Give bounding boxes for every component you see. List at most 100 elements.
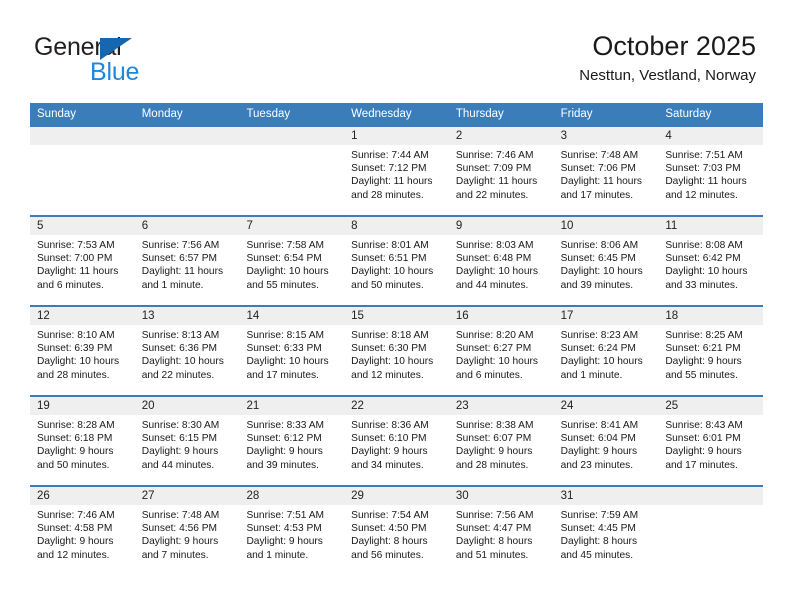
day-cell[interactable]: 28 Sunrise: 7:51 AM Sunset: 4:53 PM Dayl… — [239, 487, 345, 575]
sunrise-text: Sunrise: 8:10 AM — [37, 330, 115, 341]
sunrise-text: Sunrise: 8:15 AM — [246, 330, 325, 341]
day-cell[interactable]: 9 Sunrise: 8:03 AM Sunset: 6:48 PM Dayli… — [448, 217, 554, 305]
daylight-text-line2: and 17 minutes. — [560, 189, 634, 201]
day-cell[interactable]: 19 Sunrise: 8:28 AM Sunset: 6:18 PM Dayl… — [30, 397, 135, 485]
day-number: 31 — [553, 487, 659, 505]
day-details: Sunrise: 7:48 AM Sunset: 4:56 PM Dayligh… — [135, 505, 240, 562]
daylight-text-line2: and 1 minute. — [141, 279, 204, 291]
day-number — [239, 127, 345, 145]
daylight-text-line2: and 6 minutes. — [37, 279, 104, 291]
sunrise-text: Sunrise: 8:18 AM — [351, 330, 429, 341]
day-cell[interactable]: 6 Sunrise: 7:56 AM Sunset: 6:57 PM Dayli… — [134, 217, 240, 305]
day-details: Sunrise: 8:03 AM Sunset: 6:48 PM Dayligh… — [449, 235, 554, 292]
day-cell[interactable]: 13 Sunrise: 8:13 AM Sunset: 6:36 PM Dayl… — [134, 307, 240, 395]
sunrise-text: Sunrise: 8:28 AM — [37, 420, 115, 431]
day-cell[interactable]: 10 Sunrise: 8:06 AM Sunset: 6:45 PM Dayl… — [553, 217, 659, 305]
sunset-text: Sunset: 7:00 PM — [37, 253, 113, 265]
daylight-text-line2: and 50 minutes. — [37, 459, 110, 471]
day-cell[interactable]: 7 Sunrise: 7:58 AM Sunset: 6:54 PM Dayli… — [239, 217, 345, 305]
daylight-text-line1: Daylight: 10 hours — [455, 266, 538, 278]
daylight-text-line1: Daylight: 10 hours — [351, 266, 434, 278]
week-row: 1 Sunrise: 7:44 AM Sunset: 7:12 PM Dayli… — [30, 125, 764, 215]
sunrise-text: Sunrise: 7:46 AM — [37, 510, 115, 521]
day-details — [30, 145, 135, 149]
day-cell[interactable]: 26 Sunrise: 7:46 AM Sunset: 4:58 PM Dayl… — [30, 487, 135, 575]
sunrise-text: Sunrise: 7:48 AM — [560, 150, 639, 161]
day-details: Sunrise: 8:33 AM Sunset: 6:12 PM Dayligh… — [239, 415, 344, 472]
daylight-text-line1: Daylight: 11 hours — [351, 176, 433, 188]
daylight-text-line2: and 17 minutes. — [665, 459, 738, 471]
weekday-header-monday: Monday — [141, 108, 183, 120]
daylight-text-line1: Daylight: 9 hours — [37, 536, 114, 548]
day-cell[interactable]: 14 Sunrise: 8:15 AM Sunset: 6:33 PM Dayl… — [239, 307, 345, 395]
day-cell[interactable]: 27 Sunrise: 7:48 AM Sunset: 4:56 PM Dayl… — [134, 487, 240, 575]
day-number — [134, 127, 240, 145]
weekday-header-sunday: Sunday — [37, 108, 77, 120]
day-cell[interactable]: 3 Sunrise: 7:48 AM Sunset: 7:06 PM Dayli… — [553, 127, 659, 215]
day-details: Sunrise: 8:18 AM Sunset: 6:30 PM Dayligh… — [344, 325, 449, 382]
day-details: Sunrise: 8:41 AM Sunset: 6:04 PM Dayligh… — [554, 415, 659, 472]
day-cell[interactable] — [134, 127, 240, 215]
day-cell[interactable] — [239, 127, 345, 215]
daylight-text-line1: Daylight: 11 hours — [560, 176, 642, 188]
day-cell[interactable]: 31 Sunrise: 7:59 AM Sunset: 4:45 PM Dayl… — [553, 487, 659, 575]
daylight-text-line1: Daylight: 10 hours — [560, 266, 643, 278]
day-cell[interactable]: 25 Sunrise: 8:43 AM Sunset: 6:01 PM Dayl… — [658, 397, 764, 485]
day-cell[interactable]: 5 Sunrise: 7:53 AM Sunset: 7:00 PM Dayli… — [30, 217, 135, 305]
day-cell[interactable]: 17 Sunrise: 8:23 AM Sunset: 6:24 PM Dayl… — [553, 307, 659, 395]
daylight-text-line1: Daylight: 8 hours — [351, 536, 428, 548]
day-number: 28 — [239, 487, 345, 505]
day-cell[interactable]: 21 Sunrise: 8:33 AM Sunset: 6:12 PM Dayl… — [239, 397, 345, 485]
day-details: Sunrise: 8:43 AM Sunset: 6:01 PM Dayligh… — [658, 415, 763, 472]
day-number: 6 — [134, 217, 240, 235]
sunset-text: Sunset: 6:42 PM — [665, 253, 741, 265]
day-number: 3 — [553, 127, 659, 145]
daylight-text-line1: Daylight: 10 hours — [351, 356, 434, 368]
day-cell[interactable]: 18 Sunrise: 8:25 AM Sunset: 6:21 PM Dayl… — [658, 307, 764, 395]
day-cell[interactable]: 16 Sunrise: 8:20 AM Sunset: 6:27 PM Dayl… — [448, 307, 554, 395]
sunrise-text: Sunrise: 8:03 AM — [455, 240, 534, 251]
day-cell[interactable]: 12 Sunrise: 8:10 AM Sunset: 6:39 PM Dayl… — [30, 307, 135, 395]
daylight-text-line1: Daylight: 8 hours — [455, 536, 533, 548]
sunset-text: Sunset: 4:47 PM — [455, 523, 532, 535]
sunrise-text: Sunrise: 7:56 AM — [141, 240, 220, 251]
logo-text-blue: Blue — [90, 58, 140, 86]
sunrise-text: Sunrise: 8:20 AM — [455, 330, 534, 341]
daylight-text-line2: and 28 minutes. — [455, 459, 529, 471]
day-cell[interactable]: 29 Sunrise: 7:54 AM Sunset: 4:50 PM Dayl… — [344, 487, 449, 575]
day-cell[interactable] — [30, 127, 135, 215]
day-cell[interactable]: 11 Sunrise: 8:08 AM Sunset: 6:42 PM Dayl… — [658, 217, 764, 305]
sunrise-text: Sunrise: 7:54 AM — [351, 510, 429, 521]
day-cell[interactable] — [658, 487, 764, 575]
sunset-text: Sunset: 7:09 PM — [455, 163, 532, 175]
day-cell[interactable]: 23 Sunrise: 8:38 AM Sunset: 6:07 PM Dayl… — [448, 397, 554, 485]
day-number: 21 — [239, 397, 345, 415]
day-cell[interactable]: 2 Sunrise: 7:46 AM Sunset: 7:09 PM Dayli… — [448, 127, 554, 215]
day-cell[interactable]: 8 Sunrise: 8:01 AM Sunset: 6:51 PM Dayli… — [344, 217, 449, 305]
daylight-text-line2: and 51 minutes. — [455, 549, 529, 561]
day-cell[interactable]: 24 Sunrise: 8:41 AM Sunset: 6:04 PM Dayl… — [553, 397, 659, 485]
daylight-text-line2: and 56 minutes. — [351, 549, 424, 561]
day-details: Sunrise: 8:20 AM Sunset: 6:27 PM Dayligh… — [449, 325, 554, 382]
sunrise-text: Sunrise: 7:51 AM — [665, 150, 743, 161]
day-cell[interactable]: 15 Sunrise: 8:18 AM Sunset: 6:30 PM Dayl… — [344, 307, 449, 395]
daylight-text-line1: Daylight: 9 hours — [560, 446, 638, 458]
day-number: 24 — [553, 397, 659, 415]
day-cell[interactable]: 30 Sunrise: 7:56 AM Sunset: 4:47 PM Dayl… — [448, 487, 554, 575]
day-details — [135, 145, 240, 149]
daylight-text-line1: Daylight: 10 hours — [560, 356, 643, 368]
day-details: Sunrise: 8:36 AM Sunset: 6:10 PM Dayligh… — [344, 415, 449, 472]
sunrise-text: Sunrise: 8:06 AM — [560, 240, 639, 251]
day-cell[interactable]: 1 Sunrise: 7:44 AM Sunset: 7:12 PM Dayli… — [344, 127, 449, 215]
day-cell[interactable]: 20 Sunrise: 8:30 AM Sunset: 6:15 PM Dayl… — [134, 397, 240, 485]
sunset-text: Sunset: 6:48 PM — [455, 253, 532, 265]
day-cell[interactable]: 4 Sunrise: 7:51 AM Sunset: 7:03 PM Dayli… — [658, 127, 764, 215]
day-details: Sunrise: 8:30 AM Sunset: 6:15 PM Dayligh… — [135, 415, 240, 472]
weekday-header-wednesday: Wednesday — [351, 108, 412, 120]
day-number: 9 — [448, 217, 554, 235]
day-details: Sunrise: 7:59 AM Sunset: 4:45 PM Dayligh… — [554, 505, 659, 562]
day-details: Sunrise: 8:23 AM Sunset: 6:24 PM Dayligh… — [554, 325, 659, 382]
day-cell[interactable]: 22 Sunrise: 8:36 AM Sunset: 6:10 PM Dayl… — [344, 397, 449, 485]
week-row: 12 Sunrise: 8:10 AM Sunset: 6:39 PM Dayl… — [30, 305, 764, 395]
sunset-text: Sunset: 6:45 PM — [560, 253, 636, 265]
